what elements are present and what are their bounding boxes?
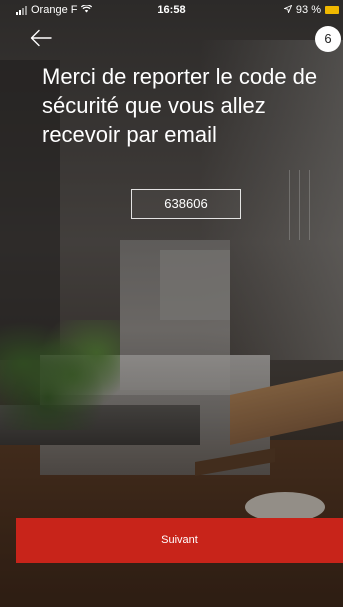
step-badge: 6 [315, 26, 341, 52]
status-right: 93 % [282, 4, 339, 16]
screen: Orange F 16:58 93 % 6 Merci de reporter … [0, 0, 343, 607]
location-icon [282, 4, 293, 15]
security-code-field[interactable]: 638606 [131, 189, 241, 219]
status-bar: Orange F 16:58 93 % [0, 0, 343, 20]
back-button[interactable] [30, 28, 52, 48]
arrow-left-icon [30, 29, 52, 47]
battery-percent: 93 % [295, 4, 321, 16]
battery-icon [325, 6, 339, 14]
next-button[interactable]: Suivant [16, 518, 343, 563]
page-title: Merci de reporter le code de sécurité qu… [42, 64, 318, 147]
